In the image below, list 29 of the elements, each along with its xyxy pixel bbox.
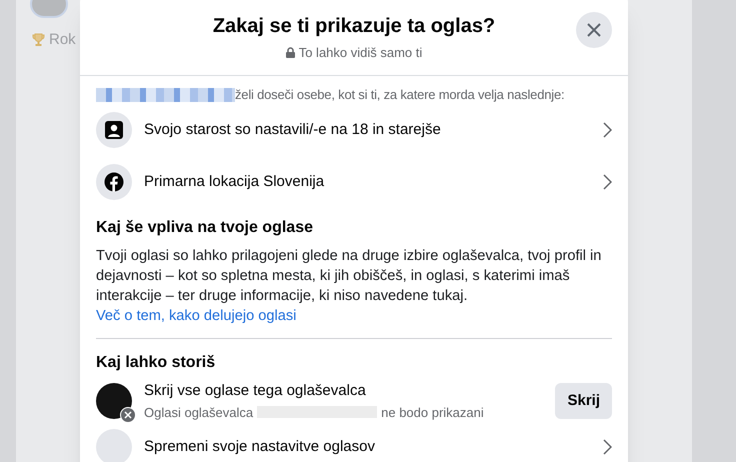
chevron-right-icon	[602, 174, 612, 190]
chevron-right-icon	[602, 122, 612, 138]
close-icon	[587, 23, 601, 37]
action-subtitle: ne bodo prikazani	[381, 404, 484, 422]
privacy-note: To lahko vidiš samo ti	[298, 44, 422, 62]
trophy-icon	[32, 33, 45, 48]
influence-paragraph: Tvoji oglasi so lahko prilagojeni glede na druge izbire oglaševalca, tvoj profil in dejavnosti – kot so spletna mesta, ki jih obiščeš, in oglasi, s katerimi imaš interakcije – ter druge informacije, ki niso navedene tukaj. Več o tem, kako delujejo oglasi	[96, 247, 602, 326]
reason-row[interactable]: Primarna lokacija Slovenija	[96, 156, 612, 208]
reason-text: Svojo starost so nastavili/-e na 18 in starejše	[144, 120, 442, 140]
section-heading: Kaj lahko storiš	[96, 353, 216, 373]
close-circle-icon	[120, 407, 136, 423]
section-heading: Kaj še vpliva na tvoje oglase	[96, 218, 314, 238]
person-icon	[96, 112, 132, 148]
badge-text: Rok	[49, 30, 76, 50]
action-title: Spremeni svoje nastavitve oglasov	[144, 436, 376, 457]
reason-text: Primarna lokacija Slovenija	[144, 172, 326, 192]
action-subtitle: Oglasi oglaševalca	[144, 404, 254, 422]
reason-row[interactable]: Svojo starost so nastavili/-e na 18 in starejše	[96, 104, 612, 156]
advertiser-logo	[96, 383, 132, 419]
facebook-icon	[96, 164, 132, 200]
hide-button[interactable]: Skrij	[555, 383, 612, 419]
chevron-right-icon	[602, 439, 612, 455]
learn-more-link[interactable]: Več o tem, kako delujejo oglasi	[96, 308, 296, 324]
close-button[interactable]	[576, 12, 612, 48]
lock-icon	[286, 47, 295, 58]
dialog-title: Zakaj se ti prikazuje ta oglas?	[212, 14, 496, 39]
intro-text: želi doseči osebe, kot si ti, za katere morda velja naslednje:	[235, 86, 564, 104]
action-title: Skrij vse oglase tega oglaševalca	[144, 381, 367, 401]
settings-row[interactable]: Spremeni svoje nastavitve oglasov	[96, 427, 612, 462]
